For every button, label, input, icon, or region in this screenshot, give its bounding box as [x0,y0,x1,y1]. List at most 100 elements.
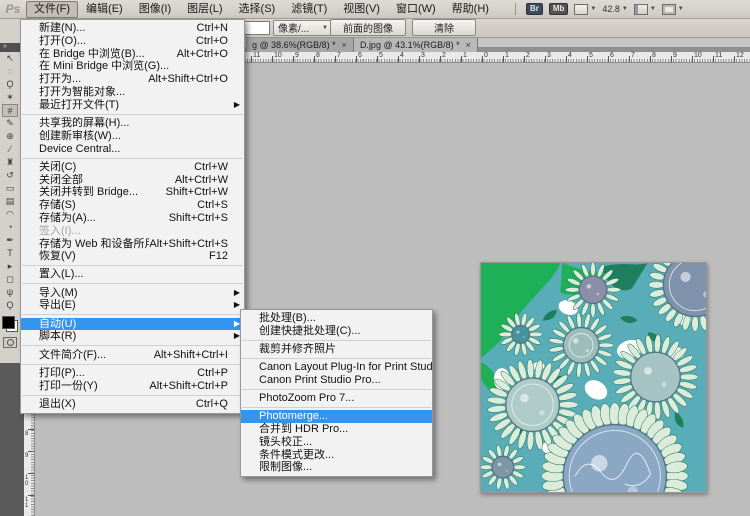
menu-item[interactable]: 打开为...Alt+Shift+Ctrl+O [21,73,244,86]
ruler-tick [692,56,693,62]
menu-item[interactable]: 限制图像... [241,461,432,474]
menu-item[interactable]: 脚本(R)▶ [21,330,244,343]
menu-item[interactable]: 创建快捷批处理(C)... [241,325,432,338]
menu-item[interactable]: 导入(M)▶ [21,287,244,300]
ruler-tick [545,56,546,62]
lasso-tool[interactable]: Ϙ [2,78,18,91]
menu-item[interactable]: PhotoZoom Pro 7... [241,392,432,405]
menu-item[interactable]: 恢复(V)F12 [21,250,244,263]
front-image-button[interactable]: 前面的图像 [330,19,406,36]
menu-item[interactable]: 新建(N)...Ctrl+N [21,22,244,35]
shape-tool[interactable]: ◻ [2,273,18,286]
dodge-tool[interactable]: ◔ [2,221,18,234]
menu-separator [22,395,243,396]
blur-tool[interactable]: ◠ [2,208,18,221]
menu-item[interactable]: 打印一份(Y)Alt+Shift+Ctrl+P [21,380,244,393]
arrange-documents-dropdown[interactable]: ▼ [634,4,656,15]
menu-item[interactable]: Photomerge... [241,410,432,423]
menu-item[interactable]: Canon Layout Plug-In for Print Studio Pr… [241,361,432,374]
crop-tool[interactable]: # [2,104,18,117]
clone-stamp-tool[interactable]: ♜ [2,156,18,169]
menu-item[interactable]: Device Central... [21,143,244,156]
menubar-item[interactable]: 选择(S) [231,1,284,18]
launch-mini-bridge-icon[interactable]: Mb [549,3,569,15]
menu-item[interactable]: 在 Bridge 中浏览(B)...Alt+Ctrl+O [21,48,244,61]
menu-separator [22,265,243,266]
color-swatches[interactable] [2,316,18,332]
menubar-item[interactable]: 文件(F) [26,1,78,18]
close-icon[interactable]: × [342,40,347,50]
move-tool[interactable]: ↖ [2,52,18,65]
marquee-tool[interactable]: ◌ [2,65,18,78]
view-extras-dropdown[interactable]: ▼ [574,4,596,15]
menu-item[interactable]: 批处理(B)... [241,312,432,325]
launch-bridge-icon[interactable]: Br [526,3,543,15]
menu-item[interactable]: 导出(E)▶ [21,299,244,312]
quick-selection-tool[interactable]: ✶ [2,91,18,104]
eyedropper-tool[interactable]: ✎ [2,117,18,130]
path-selection-tool[interactable]: ▸ [2,260,18,273]
menu-item[interactable]: 打印(P)...Ctrl+P [21,367,244,380]
menubar-item[interactable]: 编辑(E) [78,1,131,18]
chevron-down-icon: ▼ [322,25,328,31]
menubar-item[interactable]: 窗口(W) [388,1,444,18]
eraser-tool[interactable]: ▭ [2,182,18,195]
menu-item[interactable]: 文件简介(F)...Alt+Shift+Ctrl+I [21,349,244,362]
photoshop-logo: Ps [0,2,26,16]
ruler-tick [398,56,399,62]
history-brush-tool[interactable]: ↺ [2,169,18,182]
healing-brush-tool[interactable]: ⊕ [2,130,18,143]
menu-item-shortcut: Ctrl+Q [196,398,244,411]
toolbox-collapse-button[interactable]: » [0,43,20,52]
menu-item[interactable]: 存储为(A)...Shift+Ctrl+S [21,212,244,225]
menu-item-label: Canon Layout Plug-In for Print Studio Pr… [241,361,432,374]
menu-item[interactable]: 存储为 Web 和设备所用格式(D)...Alt+Shift+Ctrl+S [21,238,244,251]
menu-item[interactable]: 自动(U)▶ [21,318,244,331]
menu-item[interactable]: 镜头校正... [241,436,432,449]
close-icon[interactable]: × [466,40,471,50]
ruler-tick [314,56,315,62]
menubar-item[interactable]: 图像(I) [131,1,179,18]
screen-mode-dropdown[interactable]: ▼ [662,4,684,15]
document-tab[interactable]: D.jpg @ 43.1%(RGB/8) *× [354,37,478,52]
menubar-item[interactable]: 帮助(H) [444,1,497,18]
menu-item[interactable]: 在 Mini Bridge 中浏览(G)... [21,60,244,73]
menu-item[interactable]: 最近打开文件(T)▶ [21,99,244,112]
hand-tool[interactable]: ψ [2,286,18,299]
menu-item[interactable]: 置入(L)... [21,268,244,281]
menu-item[interactable]: 关闭并转到 Bridge...Shift+Ctrl+W [21,186,244,199]
ruler-tick [524,56,525,62]
quick-mask-icon[interactable] [3,337,17,348]
menu-item[interactable]: 关闭(C)Ctrl+W [21,161,244,174]
width-input[interactable] [243,21,270,35]
unit-dropdown[interactable]: 像素/... ▼ [273,20,333,36]
menu-item[interactable]: 条件模式更改... [241,449,432,462]
type-tool[interactable]: T [2,247,18,260]
clear-button[interactable]: 清除 [412,19,476,36]
menu-item[interactable]: 合并到 HDR Pro... [241,423,432,436]
arrange-documents-icon [634,4,648,15]
menu-item[interactable]: 共享我的屏幕(H)... [21,117,244,130]
zoom-level-dropdown[interactable]: 42.8 ▼ [602,4,627,14]
menu-item[interactable]: 关闭全部Alt+Ctrl+W [21,174,244,187]
ruler-tick [461,56,462,62]
menu-item[interactable]: 打开为智能对象... [21,86,244,99]
gradient-tool[interactable]: ▤ [2,195,18,208]
menubar-item[interactable]: 图层(L) [179,1,230,18]
menu-item[interactable]: 退出(X)Ctrl+Q [21,398,244,411]
document-image[interactable] [480,262,707,493]
menu-item[interactable]: 存储(S)Ctrl+S [21,199,244,212]
foreground-color-swatch[interactable] [2,316,15,329]
menubar-item[interactable]: 滤镜(T) [283,1,335,18]
menu-item[interactable]: Canon Print Studio Pro... [241,374,432,387]
menu-item[interactable]: 裁剪并修齐照片 [241,343,432,356]
document-tab[interactable]: g @ 38.6%(RGB/8) *× [246,37,354,52]
menu-item[interactable]: 签入(I)... [21,225,244,238]
menu-item[interactable]: 打开(O)...Ctrl+O [21,35,244,48]
zoom-tool[interactable]: Ǫ [2,299,18,312]
brush-tool[interactable]: ∕ [2,143,18,156]
menu-item[interactable]: 创建新审核(W)... [21,130,244,143]
pen-tool[interactable]: ✒ [2,234,18,247]
ruler-label: 2 [526,52,530,59]
menubar-item[interactable]: 视图(V) [335,1,388,18]
